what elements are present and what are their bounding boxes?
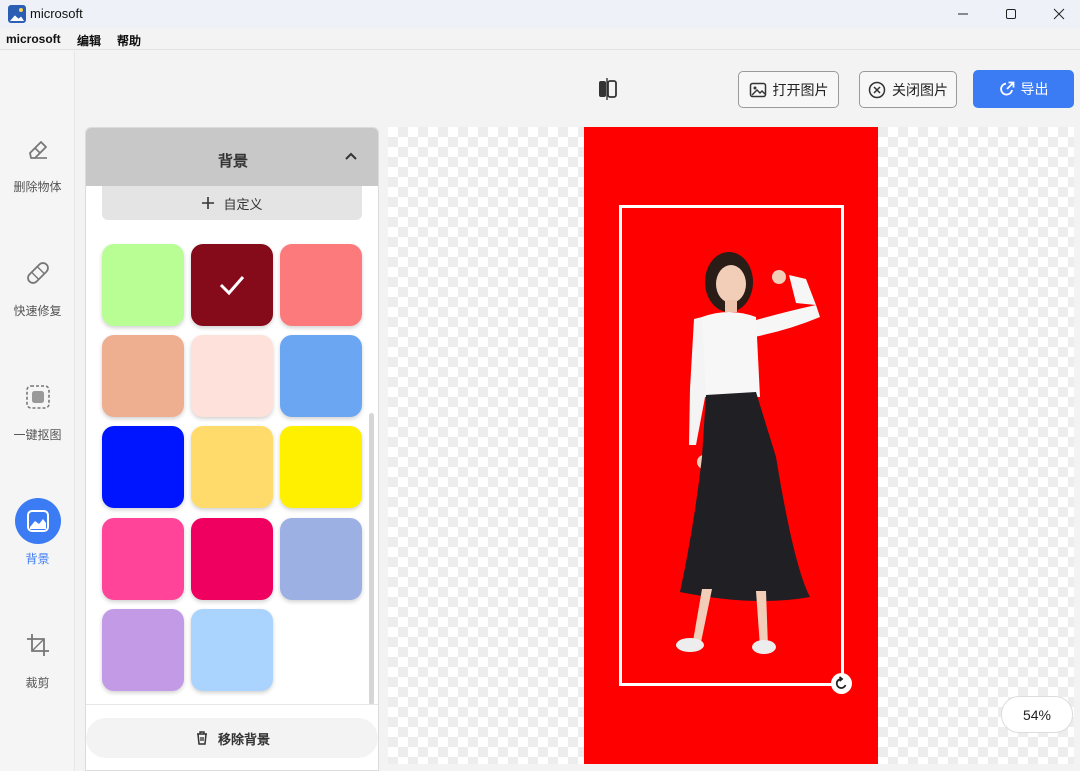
close-image-label: 关闭图片 <box>892 81 948 98</box>
close-window-button[interactable] <box>1036 0 1080 28</box>
rail-item-remove-object[interactable]: 删除物体 <box>0 126 75 226</box>
rail-label-crop: 裁剪 <box>25 676 50 690</box>
export-icon <box>999 81 1014 96</box>
window-title: microsoft <box>30 6 83 21</box>
zoom-level: 54% <box>1022 706 1052 723</box>
color-swatch[interactable] <box>280 426 362 508</box>
app-logo-icon <box>8 5 26 23</box>
remove-background-button[interactable]: 移除背景 <box>86 718 378 758</box>
eraser-icon <box>15 126 61 172</box>
rail-item-quick-fix[interactable]: 快速修复 <box>0 250 75 350</box>
plus-icon <box>202 197 215 209</box>
bandage-icon <box>15 250 61 296</box>
color-swatch[interactable] <box>102 335 184 417</box>
color-swatch[interactable] <box>102 518 184 600</box>
color-swatch[interactable] <box>191 609 273 691</box>
close-icon <box>1053 8 1065 20</box>
panel-header[interactable]: 背景 <box>86 128 378 186</box>
rotate-handle[interactable] <box>831 673 852 694</box>
panel-scrollbar[interactable] <box>369 413 374 705</box>
background-panel: 背景 自定义 移除背景 <box>85 127 379 771</box>
chevron-up-icon[interactable] <box>344 151 358 161</box>
minimize-icon <box>958 13 968 15</box>
color-swatch[interactable] <box>102 426 184 508</box>
color-swatch[interactable] <box>280 244 362 326</box>
menu-help[interactable]: 帮助 <box>117 32 141 49</box>
menu-edit[interactable]: 编辑 <box>77 32 101 49</box>
crop-icon <box>15 622 61 668</box>
remove-background-label: 移除背景 <box>217 731 270 747</box>
rail-item-crop[interactable]: 裁剪 <box>0 622 75 722</box>
minimize-button[interactable] <box>940 0 986 28</box>
color-swatch[interactable] <box>280 335 362 417</box>
maximize-icon <box>1006 9 1016 19</box>
open-image-label: 打开图片 <box>772 81 829 98</box>
tool-rail: 删除物体 快速修复 一键抠图 背景 裁剪 <box>0 51 75 771</box>
close-image-button[interactable]: 关闭图片 <box>859 71 957 108</box>
compare-button[interactable] <box>596 78 620 100</box>
color-swatch[interactable] <box>191 518 273 600</box>
color-swatch[interactable] <box>280 518 362 600</box>
color-swatch[interactable] <box>191 244 273 326</box>
cutout-icon <box>15 374 61 420</box>
rail-label-remove-object: 删除物体 <box>13 180 62 194</box>
menu-microsoft[interactable]: microsoft <box>6 32 61 46</box>
color-swatch[interactable] <box>102 609 184 691</box>
export-button[interactable]: 导出 <box>973 70 1074 108</box>
rail-item-background[interactable]: 背景 <box>0 498 75 598</box>
zoom-indicator[interactable]: 54% <box>1001 696 1073 733</box>
panel-divider <box>86 704 378 705</box>
image-icon <box>749 82 766 97</box>
menu-bar: microsoft 编辑 帮助 <box>0 28 1080 50</box>
panel-title: 背景 <box>217 153 248 170</box>
rail-label-cutout: 一键抠图 <box>13 428 62 442</box>
custom-color-label: 自定义 <box>223 196 263 212</box>
rotate-icon <box>835 676 847 689</box>
color-swatch[interactable] <box>102 244 184 326</box>
close-circle-icon <box>868 81 886 98</box>
checkmark-icon <box>219 276 245 296</box>
color-swatch[interactable] <box>191 335 273 417</box>
rail-item-cutout[interactable]: 一键抠图 <box>0 374 75 474</box>
open-image-button[interactable]: 打开图片 <box>738 71 839 108</box>
export-label: 导出 <box>1020 81 1049 97</box>
selection-box[interactable] <box>619 205 844 686</box>
custom-color-button[interactable]: 自定义 <box>102 186 362 220</box>
compare-icon <box>599 78 617 100</box>
maximize-button[interactable] <box>988 0 1034 28</box>
rail-label-background: 背景 <box>25 552 50 566</box>
title-bar: microsoft <box>0 0 1080 28</box>
background-image-icon <box>14 498 61 544</box>
rail-label-quick-fix: 快速修复 <box>13 304 62 318</box>
trash-icon <box>196 731 207 745</box>
color-swatch[interactable] <box>191 426 273 508</box>
